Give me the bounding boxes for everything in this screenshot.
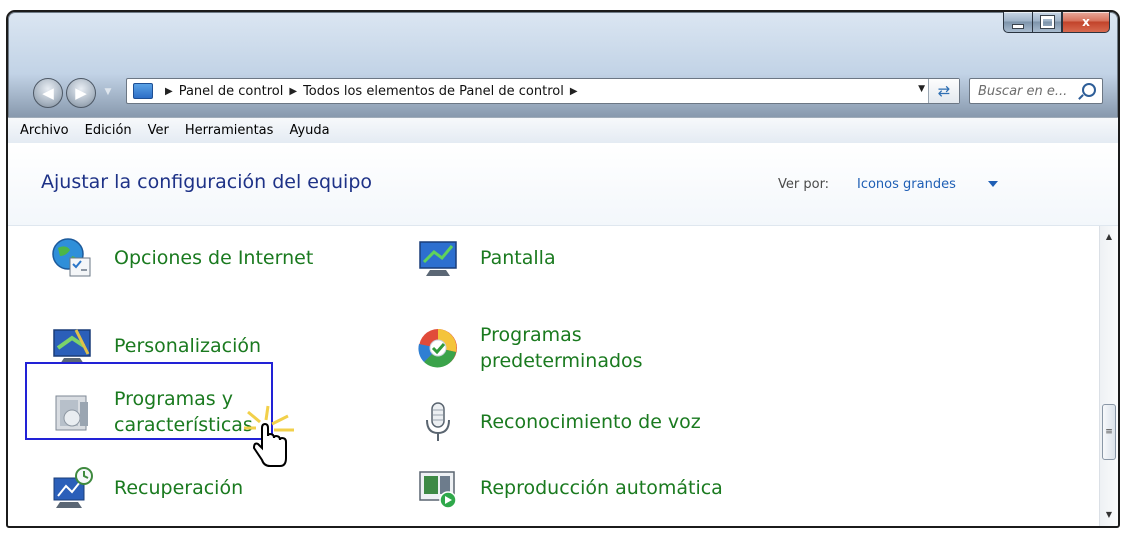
default-programs-icon xyxy=(416,326,460,370)
search-placeholder: Buscar en e... xyxy=(978,83,1068,99)
forward-button[interactable]: ▶ xyxy=(66,78,96,108)
control-panel-icon xyxy=(133,83,153,99)
recovery-icon xyxy=(50,466,94,510)
item-label: Personalización xyxy=(114,335,262,357)
recent-pages-dropdown[interactable]: ▼ xyxy=(101,82,115,102)
internet-options-icon xyxy=(50,236,94,280)
maximize-button[interactable] xyxy=(1032,12,1062,33)
item-speech-recognition[interactable]: Reconocimiento de voz xyxy=(416,400,701,444)
caption-buttons: x xyxy=(1003,12,1110,34)
scroll-up-arrow-icon[interactable]: ▲ xyxy=(1100,228,1118,246)
menu-ver[interactable]: Ver xyxy=(148,123,169,138)
item-default-programs[interactable]: Programas predeterminados xyxy=(416,322,700,374)
navigation-row: ◀ ▶ ▼ ▶ Panel de control ▶ Todos los ele… xyxy=(8,70,1118,108)
breadcrumb-control-panel[interactable]: Panel de control xyxy=(179,84,284,99)
menu-herramientas[interactable]: Herramientas xyxy=(185,123,274,138)
view-by-dropdown[interactable]: Iconos grandes xyxy=(857,177,956,192)
search-input[interactable]: Buscar en e... xyxy=(969,78,1103,104)
refresh-button[interactable]: ⇄ xyxy=(928,79,959,103)
back-button[interactable]: ◀ xyxy=(33,78,63,108)
maximize-icon xyxy=(1039,15,1055,29)
menu-archivo[interactable]: Archivo xyxy=(20,123,69,138)
close-button[interactable]: x xyxy=(1062,12,1110,33)
scroll-down-arrow-icon[interactable]: ▼ xyxy=(1100,506,1118,524)
vertical-scrollbar[interactable]: ▲ ≡ ▼ xyxy=(1099,226,1118,526)
item-label: Pantalla xyxy=(480,247,556,269)
item-label: Reproducción automática xyxy=(480,477,723,499)
address-bar[interactable]: ▶ Panel de control ▶ Todos los elementos… xyxy=(126,78,960,104)
breadcrumb-arrow-icon[interactable]: ▶ xyxy=(165,86,173,97)
display-icon xyxy=(416,236,460,280)
page-title: Ajustar la configuración del equipo xyxy=(41,171,373,193)
menu-bar: Archivo Edición Ver Herramientas Ayuda xyxy=(8,117,1118,144)
view-by-label: Ver por: xyxy=(778,177,830,192)
item-label: Opciones de Internet xyxy=(114,247,314,269)
breadcrumb-all-items[interactable]: Todos los elementos de Panel de control xyxy=(303,84,564,99)
scrollbar-thumb[interactable]: ≡ xyxy=(1102,404,1116,460)
content-header: Ajustar la configuración del equipo Ver … xyxy=(8,143,1118,226)
item-label: Programas predeterminados xyxy=(480,324,643,372)
item-label: Recuperación xyxy=(114,477,244,499)
chevron-down-icon[interactable] xyxy=(988,181,998,187)
item-label: Reconocimiento de voz xyxy=(480,411,701,433)
search-icon[interactable] xyxy=(1082,83,1096,97)
microphone-icon xyxy=(416,400,460,444)
address-dropdown-icon[interactable]: ▼ xyxy=(918,84,925,94)
menu-edicion[interactable]: Edición xyxy=(85,123,132,138)
breadcrumb-arrow-icon[interactable]: ▶ xyxy=(289,86,297,97)
breadcrumb-arrow-icon[interactable]: ▶ xyxy=(570,86,578,97)
close-icon: x xyxy=(1082,15,1090,29)
hand-cursor-icon xyxy=(240,402,300,472)
minimize-button[interactable] xyxy=(1003,12,1032,33)
refresh-icon: ⇄ xyxy=(937,82,951,100)
explorer-window: x ◀ ▶ ▼ ▶ Panel de control ▶ Todos los e… xyxy=(6,10,1120,528)
item-display[interactable]: Pantalla xyxy=(416,236,556,280)
item-internet-options[interactable]: Opciones de Internet xyxy=(50,236,313,280)
forward-arrow-icon: ▶ xyxy=(75,84,87,102)
item-autoplay[interactable]: Reproducción automática xyxy=(416,466,723,510)
item-recovery[interactable]: Recuperación xyxy=(50,466,243,510)
minimize-icon xyxy=(1012,23,1024,29)
selection-highlight xyxy=(25,362,273,440)
autoplay-icon xyxy=(416,466,460,510)
back-arrow-icon: ◀ xyxy=(42,84,54,102)
menu-ayuda[interactable]: Ayuda xyxy=(289,123,329,138)
